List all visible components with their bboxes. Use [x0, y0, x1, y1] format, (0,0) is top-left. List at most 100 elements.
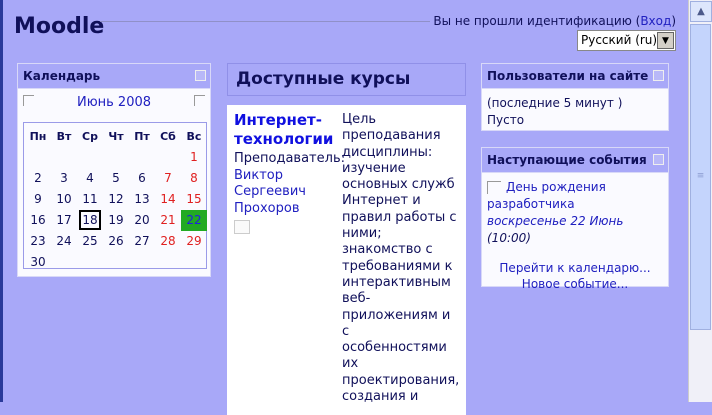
calendar-block: Календарь Июнь 2008 Пн Вт Ср Чт Пт Сб Вс 1 2 3 4 5 6…	[17, 63, 211, 277]
calendar-day[interactable]: 25	[77, 231, 103, 252]
calendar-day[interactable]: 13	[129, 189, 155, 210]
event-icon	[487, 181, 501, 194]
description-line: основных служб	[342, 177, 455, 193]
course-info-icon[interactable]	[234, 220, 250, 234]
goto-calendar-link[interactable]: Перейти к календарю...	[487, 260, 663, 276]
calendar-day[interactable]: 30	[25, 252, 51, 273]
event-time: (10:00)	[487, 231, 531, 245]
calendar-day[interactable]: 5	[103, 168, 129, 189]
description-line: правил работы с	[342, 209, 457, 225]
weekday-header: Сб	[160, 130, 176, 143]
description-line: изучение	[342, 160, 406, 176]
description-line: создания и	[342, 389, 419, 405]
description-line: приложениям и	[342, 307, 451, 323]
description-line: веб-	[342, 291, 371, 307]
course-name-link[interactable]: Интернет-технологии	[234, 111, 339, 149]
online-users-block: Пользователи на сайте (последние 5 минут…	[481, 63, 669, 131]
login-link[interactable]: Вход	[640, 14, 671, 28]
language-select[interactable]: Русский (ru) ▼	[577, 30, 676, 51]
calendar-day[interactable]: 2	[25, 168, 51, 189]
calendar-day[interactable]: 29	[181, 231, 207, 252]
description-line: знакомство с	[342, 242, 433, 258]
calendar-day[interactable]: 21	[155, 210, 181, 231]
calendar-day[interactable]: 22	[181, 210, 207, 231]
calendar-day[interactable]: 3	[51, 168, 77, 189]
calendar-day[interactable]: 20	[129, 210, 155, 231]
weekday-header: Вс	[186, 130, 202, 143]
calendar-day[interactable]: 18	[77, 210, 103, 231]
teacher-link[interactable]: Прохоров	[234, 201, 342, 218]
description-line: требованиями к	[342, 258, 453, 274]
upcoming-events-block: Наступающие события День рождения разраб…	[481, 147, 669, 291]
calendar-day[interactable]: 27	[129, 231, 155, 252]
users-period: (последние 5 минут )	[487, 96, 623, 110]
login-text: Вы не прошли идентификацию	[433, 14, 632, 28]
calendar-day[interactable]: 12	[103, 189, 129, 210]
teacher-label: Преподаватель:	[234, 151, 345, 166]
calendar-day[interactable]: 16	[25, 210, 51, 231]
description-line: с	[342, 323, 350, 339]
users-title: Пользователи на сайте	[487, 69, 649, 83]
description-line: интерактивным	[342, 274, 451, 290]
login-info: Вы не прошли идентификацию (Вход)	[433, 14, 676, 28]
events-header: Наступающие события	[482, 148, 668, 173]
teacher-link[interactable]: Сергеевич	[234, 184, 342, 201]
calendar-day[interactable]: 10	[51, 189, 77, 210]
calendar-day[interactable]: 4	[77, 168, 103, 189]
empty-cell	[77, 147, 103, 168]
scroll-up-icon[interactable]: ▲	[690, 1, 712, 22]
description-line: Интернет и	[342, 193, 421, 209]
collapse-icon[interactable]	[653, 70, 664, 81]
teacher-info: Преподаватель: Виктор Сергеевич Прохоров	[234, 151, 345, 218]
calendar-day[interactable]: 9	[25, 189, 51, 210]
description-line: их	[342, 356, 359, 372]
window-edge	[0, 0, 3, 402]
header-divider	[100, 21, 430, 22]
empty-cell	[129, 147, 155, 168]
weekday-header: Чт	[108, 130, 124, 143]
empty-cell	[25, 147, 51, 168]
chevron-down-icon[interactable]: ▼	[657, 32, 674, 49]
calendar-day[interactable]: 19	[103, 210, 129, 231]
next-month-icon[interactable]	[194, 95, 205, 106]
users-status: Пусто	[487, 113, 525, 127]
weekday-header: Вт	[56, 130, 72, 143]
calendar-day[interactable]: 14	[155, 189, 181, 210]
calendar-title: Календарь	[23, 69, 101, 83]
events-title: Наступающие события	[487, 153, 647, 167]
calendar-day[interactable]: 1	[181, 147, 207, 168]
weekday-header: Ср	[82, 130, 98, 143]
users-header: Пользователи на сайте	[482, 64, 668, 89]
calendar-day[interactable]: 8	[181, 168, 207, 189]
description-line: дисциплины:	[342, 144, 433, 160]
calendar-day[interactable]: 24	[51, 231, 77, 252]
course-item: Интернет-технологии Преподаватель: Викто…	[227, 105, 466, 415]
event-date-link[interactable]: воскресенье 22 Июнь	[487, 214, 623, 228]
new-event-link[interactable]: Новое событие...	[487, 276, 663, 292]
collapse-icon[interactable]	[653, 154, 664, 165]
calendar-day[interactable]: 28	[155, 231, 181, 252]
empty-cell	[155, 147, 181, 168]
calendar-day[interactable]: 23	[25, 231, 51, 252]
empty-cell	[51, 147, 77, 168]
description-line: преподавания	[342, 128, 441, 144]
scrollbar-thumb[interactable]: ≡	[690, 24, 711, 330]
vertical-scrollbar[interactable]: ▲ ≡	[688, 0, 712, 402]
description-line: ними;	[342, 226, 382, 242]
calendar-day[interactable]: 7	[155, 168, 181, 189]
description-line: проектирования,	[342, 372, 460, 388]
event-link[interactable]: День рождения разработчика	[487, 180, 606, 211]
description-line: особенностями	[342, 340, 447, 356]
courses-heading: Доступные курсы	[227, 63, 466, 96]
calendar-day[interactable]: 15	[181, 189, 207, 210]
calendar-day[interactable]: 26	[103, 231, 129, 252]
collapse-icon[interactable]	[195, 70, 206, 81]
language-value: Русский (ru)	[581, 33, 658, 47]
calendar-table: Пн Вт Ср Чт Пт Сб Вс 1 2 3 4 5 6 7 8 9 10 11 12 13 14 15 16 17 1…	[23, 122, 207, 269]
calendar-day[interactable]: 17	[51, 210, 77, 231]
month-link[interactable]: Июнь 2008	[18, 95, 210, 110]
teacher-link[interactable]: Виктор	[234, 168, 342, 185]
calendar-day[interactable]: 11	[77, 189, 103, 210]
empty-cell	[103, 147, 129, 168]
calendar-day[interactable]: 6	[129, 168, 155, 189]
